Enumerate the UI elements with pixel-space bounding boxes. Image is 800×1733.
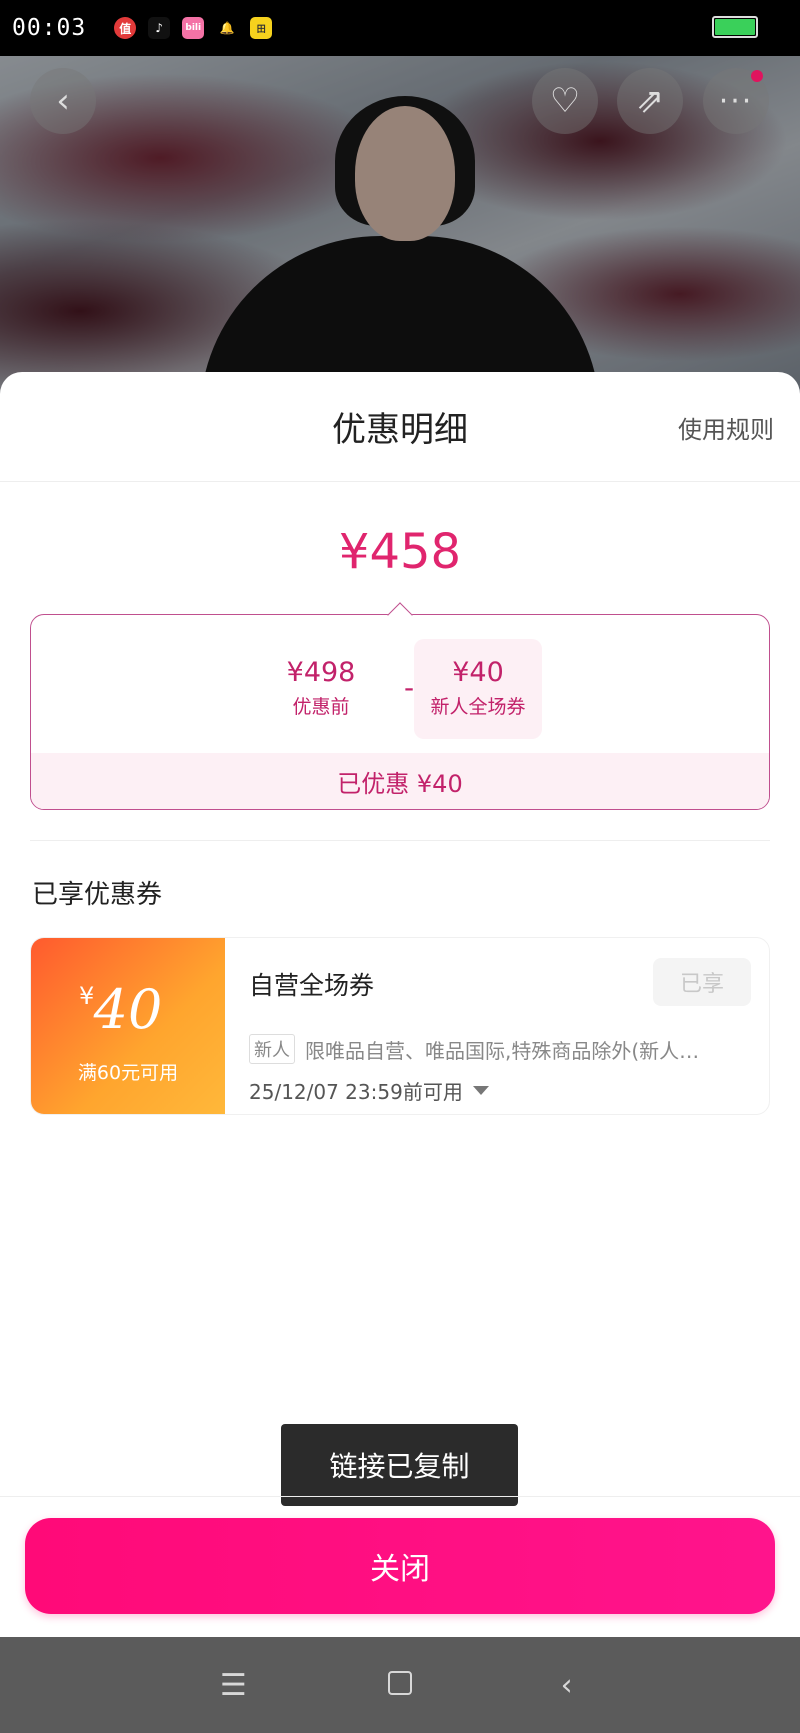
coupon-perforation	[219, 938, 231, 1114]
coupon-description-row: 新人 限唯品自营、唯品国际,特殊商品除外(新人…	[249, 1034, 745, 1064]
tiktok-icon: ♪	[148, 17, 171, 39]
coupon-value-panel: ¥ 40 满60元可用	[31, 938, 225, 1114]
divider	[30, 840, 770, 841]
nav-back-icon[interactable]: ‹	[547, 1668, 587, 1703]
battery-icon	[712, 16, 758, 38]
coupon-name: 自营全场券	[249, 971, 375, 1000]
final-price: ¥458	[338, 524, 462, 580]
minus-sign: -	[404, 671, 415, 704]
coupon-deduction-label: 新人全场券	[430, 696, 526, 718]
coupon-deduction-cell: ¥40 新人全场券	[414, 639, 542, 739]
original-price-label: 优惠前	[292, 696, 350, 718]
qq-icon: 🔔	[219, 21, 235, 35]
home-button[interactable]	[380, 1668, 420, 1703]
bilibili-icon: bili	[182, 17, 205, 39]
notification-dot	[751, 70, 763, 82]
coupon-amount: 40	[93, 978, 163, 1041]
coupon-deduction: ¥40	[452, 657, 504, 688]
price-breakdown: ¥498 优惠前 - ¥40 新人全场券 已优惠 ¥40	[30, 614, 770, 810]
saved-amount: 已优惠 ¥40	[31, 753, 769, 809]
usage-rules-link[interactable]: 使用规则	[678, 410, 774, 445]
original-price: ¥498	[286, 657, 356, 688]
status-app-icons: 值 ♪ bili 🔔 田	[114, 17, 273, 39]
coupon-expiry-toggle[interactable]: 25/12/07 23:59前可用	[249, 1076, 489, 1105]
heart-plus-icon: ♡	[549, 81, 581, 121]
sheet-header: 优惠明细 使用规则	[0, 372, 800, 482]
chevron-left-icon: ‹	[56, 81, 70, 121]
share-icon: ⇗	[635, 81, 665, 121]
applied-coupons-title: 已享优惠券	[32, 880, 163, 910]
close-button[interactable]: 关闭	[25, 1518, 775, 1614]
home-square-icon	[387, 1670, 412, 1695]
coupon-description: 限唯品自营、唯品国际,特殊商品除外(新人…	[305, 1038, 700, 1063]
new-user-tag: 新人	[249, 1034, 295, 1064]
product-image: ‹ ♡ ⇗ ···	[0, 56, 800, 416]
system-nav-bar: ☰ ‹	[0, 1637, 800, 1733]
coupon-card[interactable]: ¥ 40 满60元可用 自营全场券 已享 新人 限唯品自营、唯品国际,特殊商品除…	[30, 937, 770, 1115]
back-button[interactable]: ‹	[30, 68, 96, 134]
original-price-cell: ¥498 优惠前	[256, 657, 386, 719]
coupon-condition: 满60元可用	[77, 1062, 179, 1084]
breakdown-row: ¥498 优惠前 - ¥40 新人全场券	[31, 639, 769, 739]
status-time: 00:03	[12, 15, 87, 41]
menu-icon[interactable]: ☰	[213, 1668, 253, 1703]
share-button[interactable]: ⇗	[617, 68, 683, 134]
sheet-title: 优惠明细	[332, 410, 468, 450]
battery-fill	[715, 19, 755, 35]
more-button[interactable]: ···	[703, 68, 769, 134]
caret-down-icon	[472, 1086, 489, 1095]
status-bar: 00:03 值 ♪ bili 🔔 田	[0, 0, 800, 56]
favorite-button[interactable]: ♡	[532, 68, 598, 134]
page: 00:03 值 ♪ bili 🔔 田 ‹ ♡ ⇗ ··· 优惠明细 使用规则 ¥…	[0, 0, 800, 1733]
zhi-app-icon: 值	[114, 17, 137, 39]
coupon-expiry: 25/12/07 23:59前可用	[249, 1080, 463, 1104]
footer-divider	[0, 1496, 800, 1497]
coupon-status-badge: 已享	[653, 958, 751, 1006]
tiantian-icon: 田	[250, 17, 273, 39]
toast-message: 链接已复制	[281, 1424, 518, 1506]
more-dots-icon: ···	[718, 83, 754, 119]
